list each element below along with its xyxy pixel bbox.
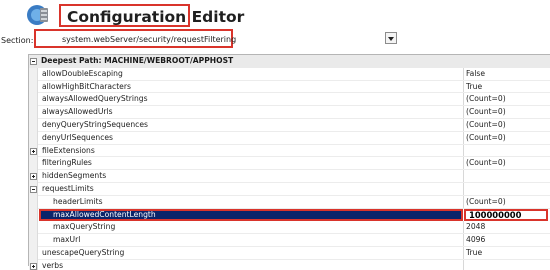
property-grid: Deepest Path: MACHINE/WEBROOT/APPHOST al… bbox=[28, 54, 550, 270]
property-name: allowHighBitCharacters bbox=[42, 81, 131, 91]
property-name: headerLimits bbox=[53, 196, 103, 206]
property-row[interactable]: filteringRules (Count=0) bbox=[29, 157, 550, 171]
property-row[interactable]: headerLimits (Count=0) bbox=[29, 195, 550, 209]
property-row[interactable]: allowDoubleEscaping False bbox=[29, 67, 550, 81]
property-row[interactable]: verbs bbox=[29, 259, 550, 270]
property-value[interactable]: (Count=0) bbox=[466, 106, 506, 119]
property-name: maxQueryString bbox=[53, 222, 116, 232]
page-title-highlight: Configuration Editor bbox=[59, 4, 244, 27]
grid-header-label: Deepest Path: MACHINE/WEBROOT/APPHOST bbox=[41, 56, 234, 65]
property-row[interactable]: alwaysAllowedUrls (Count=0) bbox=[29, 106, 550, 119]
property-row[interactable]: maxQueryString 2048 bbox=[29, 221, 550, 235]
property-row[interactable]: requestLimits bbox=[29, 183, 550, 196]
expand-icon[interactable] bbox=[30, 262, 37, 270]
collapse-icon[interactable] bbox=[30, 58, 37, 65]
property-value[interactable]: True bbox=[466, 81, 482, 94]
property-name: denyUrlSequences bbox=[42, 132, 114, 142]
property-name: maxAllowedContentLength bbox=[53, 209, 156, 219]
property-name: hiddenSegments bbox=[42, 171, 107, 181]
section-label: Section: bbox=[1, 36, 34, 45]
property-name: alwaysAllowedUrls bbox=[42, 107, 113, 117]
editor-header: Configuration Editor bbox=[0, 0, 550, 30]
property-value[interactable]: 2048 bbox=[466, 221, 485, 234]
property-value[interactable]: (Count=0) bbox=[466, 157, 506, 170]
property-value[interactable]: 4096 bbox=[466, 234, 485, 247]
section-dropdown-button[interactable] bbox=[385, 32, 397, 44]
property-value[interactable]: (Count=0) bbox=[466, 196, 506, 209]
property-row[interactable]: hiddenSegments bbox=[29, 170, 550, 183]
property-name: requestLimits bbox=[42, 184, 94, 193]
property-value[interactable]: True bbox=[466, 247, 482, 260]
property-row[interactable]: allowHighBitCharacters True bbox=[29, 80, 550, 94]
server-config-icon bbox=[27, 5, 48, 25]
property-row[interactable]: denyQueryStringSequences (Count=0) bbox=[29, 119, 550, 132]
page-title: Configuration Editor bbox=[67, 8, 245, 26]
property-row[interactable]: fileExtensions bbox=[29, 144, 550, 158]
collapse-icon[interactable] bbox=[30, 186, 37, 193]
property-name: allowDoubleEscaping bbox=[42, 68, 123, 78]
grid-header-row[interactable]: Deepest Path: MACHINE/WEBROOT/APPHOST bbox=[29, 55, 550, 68]
property-name: unescapeQueryString bbox=[42, 248, 125, 257]
property-row[interactable]: alwaysAllowedQueryStrings (Count=0) bbox=[29, 93, 550, 107]
expand-icon[interactable] bbox=[30, 173, 37, 181]
property-value[interactable]: (Count=0) bbox=[466, 132, 506, 145]
property-row[interactable]: maxUrl 4096 bbox=[29, 234, 550, 247]
property-name: verbs bbox=[42, 260, 64, 270]
section-select-value: system.webServer/security/requestFilteri… bbox=[62, 35, 237, 44]
property-row[interactable]: unescapeQueryString True bbox=[29, 247, 550, 260]
property-value[interactable]: (Count=0) bbox=[466, 119, 506, 132]
property-row[interactable]: denyUrlSequences (Count=0) bbox=[29, 131, 550, 145]
property-name: filteringRules bbox=[42, 158, 92, 168]
expand-icon[interactable] bbox=[30, 147, 37, 155]
property-value[interactable]: (Count=0) bbox=[466, 93, 506, 106]
section-select[interactable]: system.webServer/security/requestFilteri… bbox=[34, 29, 237, 48]
property-row-selected[interactable]: maxAllowedContentLength 100000000 bbox=[29, 208, 550, 222]
property-value[interactable]: False bbox=[466, 68, 485, 81]
chevron-down-icon bbox=[388, 37, 394, 41]
property-value-input[interactable]: 100000000 bbox=[469, 209, 521, 222]
property-name: fileExtensions bbox=[42, 145, 95, 155]
property-name: denyQueryStringSequences bbox=[42, 120, 148, 129]
property-name: maxUrl bbox=[53, 235, 81, 245]
property-name: alwaysAllowedQueryStrings bbox=[42, 94, 148, 104]
